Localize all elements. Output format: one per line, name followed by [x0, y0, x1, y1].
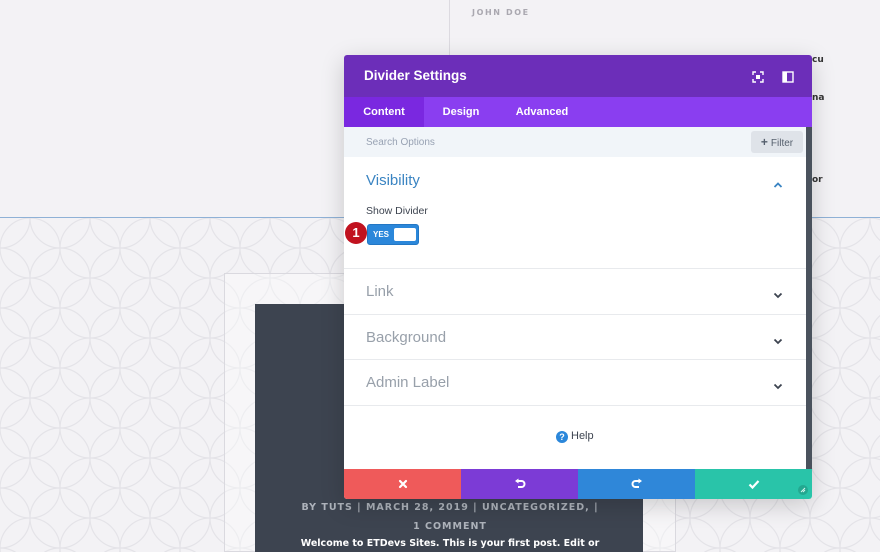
- show-divider-label: Show Divider: [366, 205, 428, 217]
- chevron-down-icon[interactable]: [772, 286, 784, 299]
- tab-content[interactable]: Content: [344, 97, 424, 127]
- step-badge: 1: [345, 222, 367, 244]
- modal-footer: [344, 469, 812, 499]
- discard-button[interactable]: [344, 469, 461, 499]
- help-link[interactable]: ? Help: [556, 430, 594, 444]
- text-fragment: or: [812, 175, 823, 185]
- section-background[interactable]: Background: [344, 315, 806, 360]
- search-options-input[interactable]: [344, 127, 744, 157]
- section-visibility-title[interactable]: Visibility: [366, 172, 420, 189]
- search-row: +Filter: [344, 127, 812, 157]
- post-meta: BY TUTS | MARCH 28, 2019 | UNCATEGORIZED…: [301, 502, 599, 532]
- section-admin-label-title: Admin Label: [366, 374, 450, 391]
- filter-label: Filter: [770, 138, 794, 149]
- post-excerpt: Welcome to ETDevs Sites. This is your fi…: [300, 538, 600, 549]
- section-background-title: Background: [366, 329, 447, 346]
- help-icon: ?: [556, 431, 568, 443]
- toggle-value: YES: [373, 230, 390, 239]
- close-icon: [398, 479, 407, 489]
- author-name: JOHN DOE: [472, 8, 530, 17]
- undo-button[interactable]: [461, 469, 578, 499]
- modal-title: Divider Settings: [364, 68, 467, 83]
- divider-settings-modal: Divider Settings Content Design Advanced…: [344, 55, 812, 499]
- show-divider-toggle[interactable]: YES: [367, 224, 419, 245]
- text-fragment: cu: [812, 55, 824, 65]
- redo-button[interactable]: [578, 469, 695, 499]
- chevron-down-icon[interactable]: [772, 377, 784, 390]
- tab-bar: Content Design Advanced: [344, 97, 812, 127]
- undo-icon: [514, 478, 525, 488]
- tab-advanced[interactable]: Advanced: [498, 97, 586, 127]
- redo-icon: [631, 478, 642, 488]
- section-admin-label[interactable]: Admin Label: [344, 360, 806, 406]
- toggle-knob: [394, 228, 416, 241]
- sidebar-split-icon[interactable]: [781, 69, 795, 83]
- scrollbar[interactable]: [806, 127, 812, 469]
- plus-icon: +: [760, 135, 768, 149]
- section-link[interactable]: Link: [344, 269, 806, 315]
- text-fragment: na: [812, 93, 825, 103]
- section-link-title: Link: [366, 283, 394, 300]
- resize-handle-icon[interactable]: [798, 485, 808, 495]
- check-icon: [748, 480, 759, 490]
- save-button[interactable]: [695, 469, 812, 499]
- filter-button[interactable]: + Filter: [751, 131, 803, 153]
- tab-design[interactable]: Design: [424, 97, 498, 127]
- fullscreen-icon[interactable]: [751, 69, 765, 83]
- help-label: Help: [571, 430, 594, 442]
- chevron-down-icon[interactable]: [772, 332, 784, 345]
- modal-header[interactable]: Divider Settings: [344, 55, 812, 97]
- chevron-up-icon[interactable]: [772, 176, 784, 188]
